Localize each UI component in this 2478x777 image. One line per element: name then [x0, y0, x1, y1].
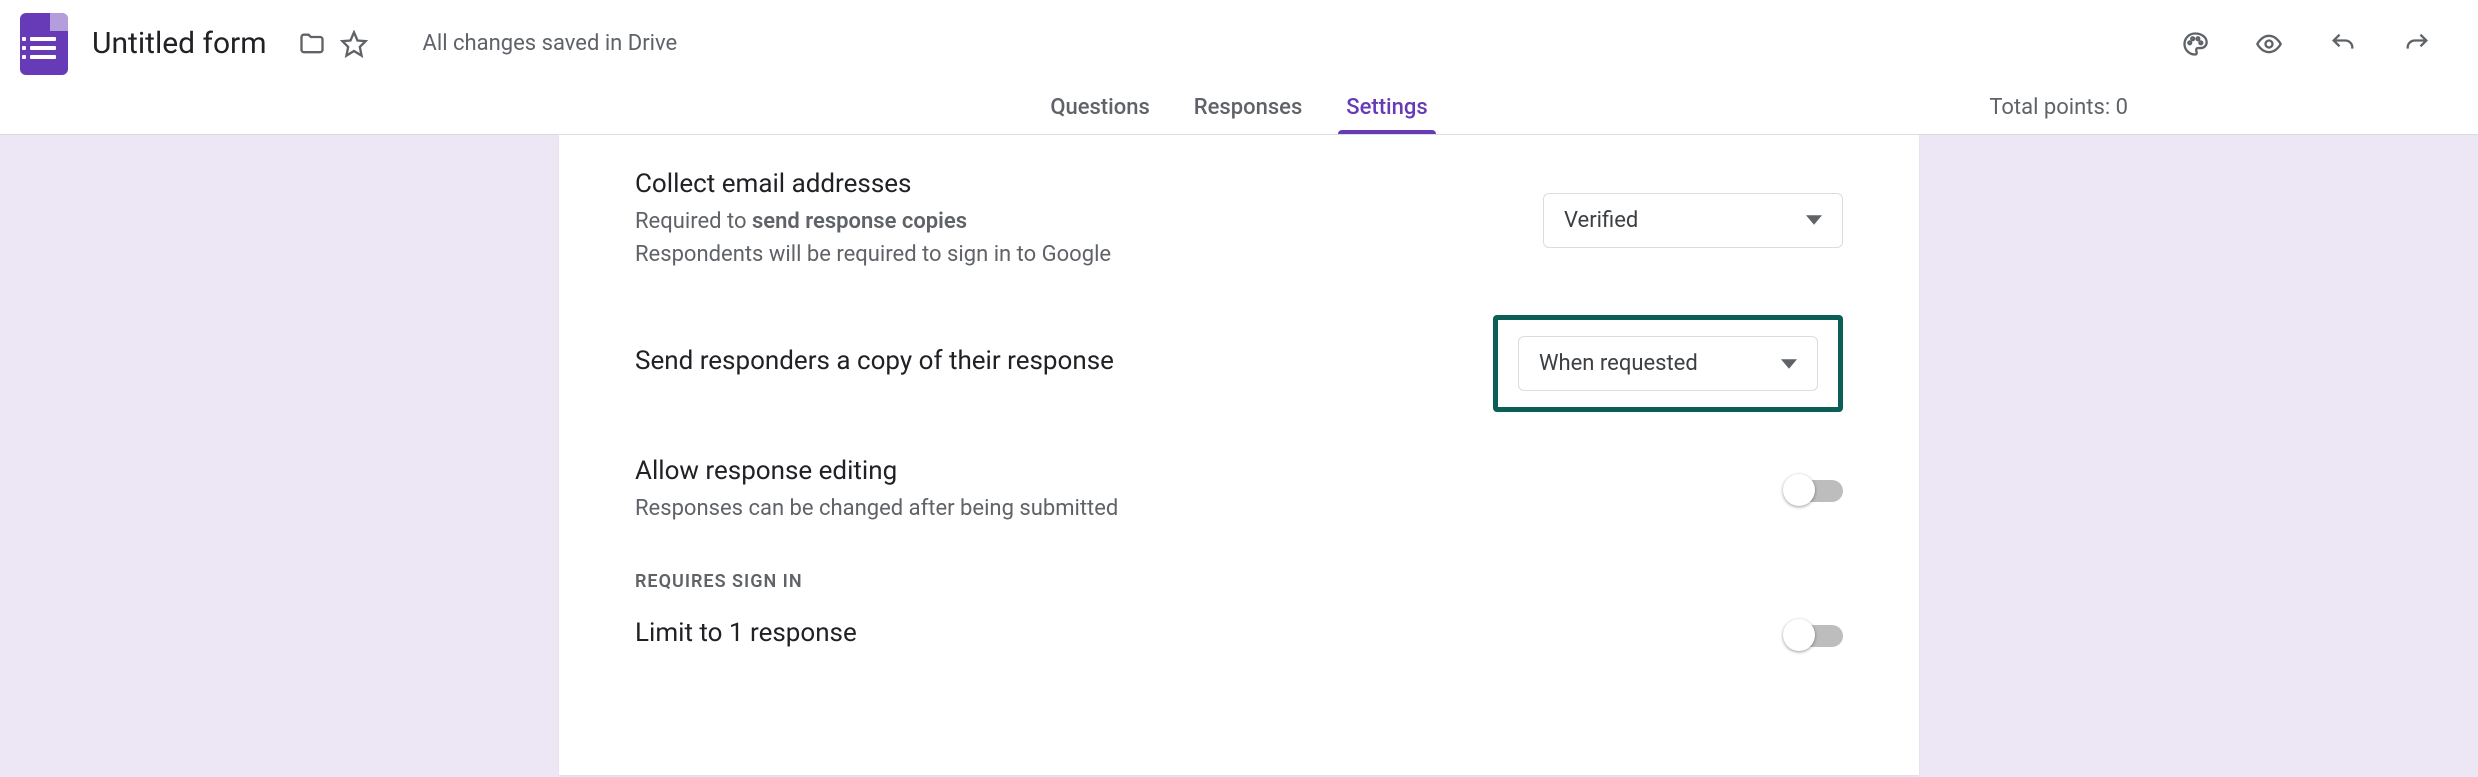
tab-settings[interactable]: Settings: [1342, 95, 1431, 134]
collect-email-sub-line2: Respondents will be required to sign in …: [635, 242, 1111, 267]
setting-send-copy: Send responders a copy of their response…: [635, 293, 1843, 434]
collect-email-title: Collect email addresses: [635, 169, 1111, 199]
allow-edit-title: Allow response editing: [635, 456, 1118, 486]
save-status: All changes saved in Drive: [423, 31, 678, 56]
limit-one-toggle[interactable]: [1787, 625, 1843, 647]
allow-edit-sub: Responses can be changed after being sub…: [635, 492, 1118, 525]
tab-responses[interactable]: Responses: [1190, 95, 1306, 134]
send-copy-title: Send responders a copy of their response: [635, 346, 1114, 376]
setting-allow-edit: Allow response editing Responses can be …: [635, 434, 1843, 547]
forms-logo-icon[interactable]: [20, 13, 68, 75]
allow-edit-toggle[interactable]: [1787, 480, 1843, 502]
undo-icon[interactable]: [2322, 23, 2364, 65]
send-copy-highlight: When requested: [1493, 315, 1843, 412]
customize-theme-icon[interactable]: [2174, 23, 2216, 65]
settings-canvas: Collect email addresses Required to send…: [0, 135, 2478, 775]
tab-questions[interactable]: Questions: [1046, 95, 1153, 134]
header-actions: [2174, 23, 2458, 65]
redo-icon[interactable]: [2396, 23, 2438, 65]
collect-email-sub-prefix: Required to: [635, 209, 752, 234]
move-to-folder-icon[interactable]: [291, 23, 333, 65]
star-icon[interactable]: [333, 23, 375, 65]
collect-email-dropdown[interactable]: Verified: [1543, 193, 1843, 248]
form-title[interactable]: Untitled form: [92, 26, 267, 61]
requires-signin-label: REQUIRES SIGN IN: [635, 571, 1843, 592]
setting-limit-one: Limit to 1 response: [635, 596, 1843, 676]
app-header: Untitled form All changes saved in Drive: [0, 0, 2478, 75]
total-points: Total points: 0: [1989, 95, 2128, 120]
setting-collect-email: Collect email addresses Required to send…: [635, 147, 1843, 293]
tabs-row: Questions Responses Settings Total point…: [0, 75, 2478, 135]
collect-email-sub-bold: send response copies: [752, 209, 967, 234]
chevron-down-icon: [1806, 212, 1822, 228]
send-copy-dropdown-value: When requested: [1539, 351, 1698, 376]
send-copy-dropdown[interactable]: When requested: [1518, 336, 1818, 391]
collect-email-dropdown-value: Verified: [1564, 208, 1638, 233]
settings-card: Collect email addresses Required to send…: [559, 135, 1919, 775]
limit-one-title: Limit to 1 response: [635, 618, 857, 648]
collect-email-sub: Required to send response copies Respond…: [635, 205, 1111, 271]
preview-icon[interactable]: [2248, 23, 2290, 65]
chevron-down-icon: [1781, 356, 1797, 372]
